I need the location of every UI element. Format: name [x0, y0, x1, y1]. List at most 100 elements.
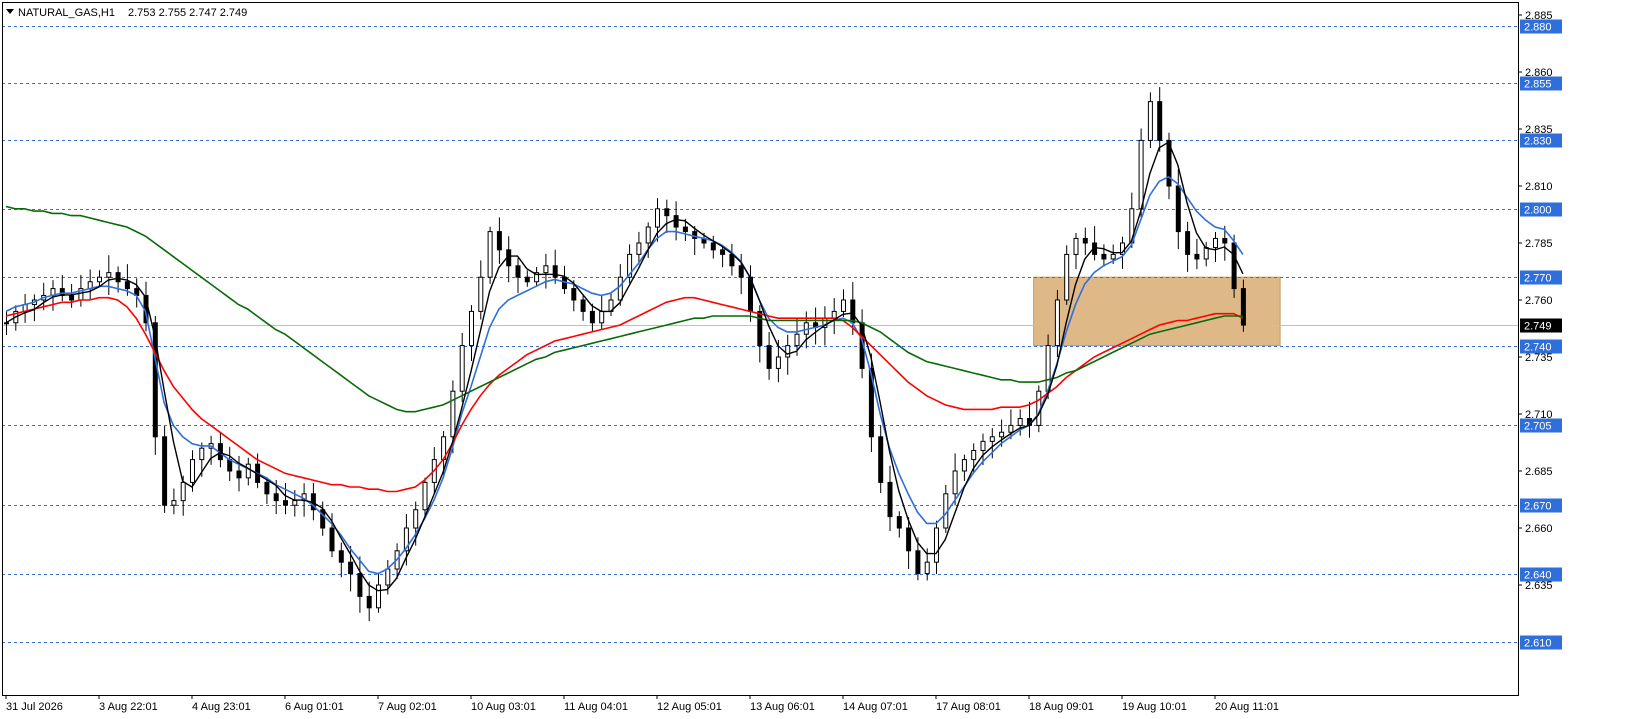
candle-body: [422, 481, 428, 511]
x-tick-label: 3 Aug 22:01: [99, 701, 158, 713]
candle-body: [1101, 253, 1107, 260]
price-level-label: 2.740: [1524, 342, 1552, 354]
chart-area[interactable]: 2.885 2.860 2.835 2.810 2.785 2.760 2.735 2.710…: [0, 0, 1626, 714]
price-level-label: 2.855: [1524, 79, 1552, 91]
candle-body: [1073, 237, 1079, 255]
price-level-label: 2.640: [1524, 570, 1552, 582]
candle-body: [357, 573, 363, 597]
candle-body: [785, 345, 791, 358]
candle-body: [1082, 237, 1088, 244]
candle-body: [543, 265, 549, 274]
candle-body: [924, 561, 930, 575]
candle-body: [673, 215, 679, 228]
price-chart[interactable]: 2.8852.8602.8352.8102.7852.7602.7352.710…: [0, 0, 1626, 714]
candle-body: [329, 527, 335, 552]
candle-body: [915, 550, 921, 575]
price-level-label: 2.610: [1524, 638, 1552, 650]
candle-body: [115, 272, 121, 283]
candle-body: [1147, 101, 1153, 141]
candle-body: [887, 481, 893, 518]
price-level-label: 2.880: [1524, 22, 1552, 34]
candle-body: [245, 463, 251, 479]
x-tick-label: 20 Aug 11:01: [1215, 701, 1279, 713]
candle-body: [1185, 231, 1191, 255]
x-tick-label: 18 Aug 09:01: [1029, 701, 1094, 713]
price-level-label: 2.705: [1524, 421, 1552, 433]
candle-body: [850, 299, 856, 324]
candle-body: [236, 470, 242, 479]
candle-body: [292, 500, 298, 506]
candle-body: [106, 272, 112, 278]
candle-body: [348, 561, 354, 575]
candle-body: [487, 231, 493, 278]
candle-body: [952, 470, 958, 495]
candle-body: [775, 356, 781, 369]
candle-body: [1138, 139, 1144, 210]
x-tick-label: 7 Aug 02:01: [378, 701, 437, 713]
candle-body: [655, 208, 660, 228]
candle-body: [1194, 253, 1200, 260]
candle-body: [636, 242, 642, 255]
x-tick-label: 14 Aug 07:01: [843, 701, 908, 713]
candle-body: [599, 310, 605, 324]
candle-body: [1203, 247, 1209, 260]
x-tick-label: 6 Aug 01:01: [285, 701, 344, 713]
candle-body: [682, 226, 688, 233]
candle-body: [906, 527, 912, 552]
candle-body: [1054, 299, 1060, 347]
y-tick-label: 2.735: [1525, 352, 1553, 364]
candle-body: [617, 276, 623, 301]
candle-body: [283, 500, 288, 506]
x-tick-label: 31 Jul 2026: [6, 701, 63, 713]
y-tick-label: 2.660: [1525, 523, 1553, 535]
candle-body: [162, 436, 168, 506]
candle-body: [69, 294, 75, 301]
candle-body: [571, 288, 577, 301]
x-tick-label: 4 Aug 23:01: [192, 701, 251, 713]
candle-body: [413, 509, 419, 529]
y-tick-label: 2.785: [1525, 238, 1553, 250]
candle-body: [469, 310, 474, 347]
candle-body: [199, 447, 205, 461]
candle-body: [190, 459, 195, 483]
candle-body: [589, 310, 595, 324]
candle-body: [878, 436, 884, 483]
candle-body: [97, 276, 102, 283]
x-tick-label: 19 Aug 10:01: [1122, 701, 1187, 713]
candle-body: [961, 459, 967, 472]
candle-body: [831, 310, 837, 319]
x-tick-label: 11 Aug 04:01: [564, 701, 628, 713]
x-tick-label: 10 Aug 03:01: [471, 701, 536, 713]
price-level-label: 2.670: [1524, 501, 1552, 513]
candle-body: [1008, 424, 1014, 433]
candle-body: [385, 568, 391, 586]
candle-body: [124, 281, 130, 290]
y-tick-label: 2.635: [1525, 580, 1553, 592]
candle-body: [794, 333, 800, 347]
y-tick-label: 2.810: [1525, 181, 1553, 193]
candle-body: [896, 516, 902, 529]
candle-body: [496, 231, 502, 251]
candle-body: [580, 299, 586, 312]
x-tick-label: 17 Aug 08:01: [936, 701, 1001, 713]
candle-body: [1157, 101, 1163, 141]
price-level-label: 2.800: [1524, 205, 1552, 217]
ohlc-values: 2.753 2.755 2.747 2.749: [128, 7, 247, 19]
candle-body: [524, 276, 530, 283]
candle-body: [515, 265, 521, 278]
candle-body: [552, 265, 558, 278]
candle-body: [841, 299, 846, 312]
candle-body: [273, 493, 279, 502]
candle-body: [710, 242, 716, 251]
x-tick-label: 12 Aug 05:01: [657, 701, 722, 713]
candle-body: [989, 436, 995, 442]
candle-body: [450, 390, 456, 438]
y-tick-label: 2.685: [1525, 466, 1553, 478]
candle-body: [720, 249, 726, 255]
candle-body: [1240, 288, 1246, 326]
candle-body: [664, 208, 670, 217]
candle-body: [1231, 242, 1237, 290]
candle-body: [338, 550, 344, 563]
candle-body: [478, 276, 484, 312]
candle-body: [645, 226, 651, 244]
